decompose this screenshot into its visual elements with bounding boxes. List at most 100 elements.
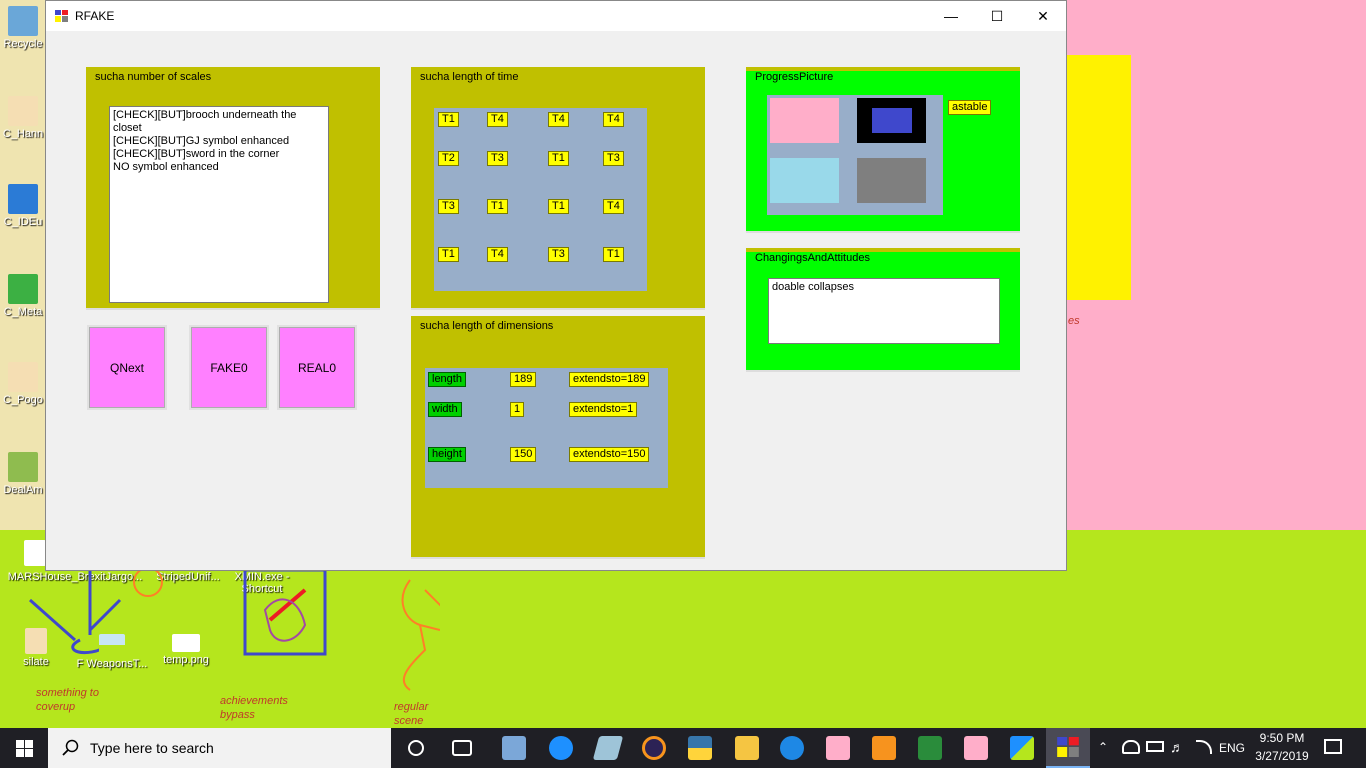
time-group-label: sucha length of time xyxy=(419,71,520,83)
time-cell: T4 xyxy=(603,199,624,214)
time-cell: T1 xyxy=(548,199,569,214)
dimension-value: 1 xyxy=(510,402,525,417)
time-cell: T4 xyxy=(487,247,508,262)
desktop-icon-c-pogo[interactable]: C_Pogo xyxy=(0,362,46,406)
taskbar-search[interactable]: Type here to search xyxy=(48,728,391,768)
time-cell: T2 xyxy=(438,151,459,166)
black-swatch xyxy=(857,98,926,143)
group-divider xyxy=(86,308,380,310)
pink-swatch xyxy=(770,98,839,143)
start-button[interactable] xyxy=(0,728,48,768)
folder-icon xyxy=(8,452,38,482)
cortana-button[interactable] xyxy=(404,737,428,759)
sketch-app-icon[interactable] xyxy=(592,736,624,760)
desktop-icon-weapons[interactable]: F WeaponsT... xyxy=(74,634,150,670)
clock-date: 3/27/2019 xyxy=(1255,749,1309,763)
minimize-button[interactable]: — xyxy=(928,1,974,31)
time-cell: T1 xyxy=(438,247,459,262)
edge-icon[interactable] xyxy=(549,736,573,760)
note-es: es xyxy=(1068,315,1080,327)
folder-icon xyxy=(8,362,38,392)
battery-icon[interactable] xyxy=(1146,741,1164,752)
gray-swatch xyxy=(857,158,926,203)
recycle-bin-icon xyxy=(8,6,38,36)
scales-group: sucha number of scales [CHECK][BUT]brooc… xyxy=(86,67,380,310)
app-icon[interactable] xyxy=(872,736,896,760)
list-item[interactable]: NO symbol enhanced xyxy=(113,161,325,174)
chevron-up-icon[interactable]: ⌃ xyxy=(1098,740,1108,754)
maximize-button[interactable]: ☐ xyxy=(974,1,1020,31)
changes-group-label: ChangingsAndAttitudes xyxy=(754,252,871,264)
desktop-icon-strip xyxy=(0,0,46,530)
notifications-icon[interactable] xyxy=(1324,739,1342,754)
changes-group: ChangingsAndAttitudes doable collapses xyxy=(746,248,1020,372)
python-icon[interactable] xyxy=(688,736,712,760)
time-cell: T3 xyxy=(548,247,569,262)
time-cell: T1 xyxy=(487,199,508,214)
task-view-icon[interactable] xyxy=(452,740,472,756)
desktop-icon-temp-png[interactable]: temp.png xyxy=(152,634,220,666)
search-placeholder: Type here to search xyxy=(90,740,214,756)
close-button[interactable]: ✕ xyxy=(1020,1,1066,31)
clock[interactable]: 9:50 PM 3/27/2019 xyxy=(1252,731,1312,763)
scales-listbox[interactable]: [CHECK][BUT]brooch underneath the closet… xyxy=(109,106,329,303)
wifi-icon[interactable] xyxy=(1196,740,1212,754)
store-app-icon[interactable] xyxy=(502,736,526,760)
astable-badge: astable xyxy=(948,100,992,115)
volume-icon[interactable]: ♬ xyxy=(1170,739,1184,755)
windows-logo-icon xyxy=(15,739,33,757)
eclipse-icon[interactable] xyxy=(642,736,666,760)
rfake-taskbar-button[interactable] xyxy=(1046,728,1090,768)
list-item[interactable]: [CHECK][BUT]sword in the corner xyxy=(113,148,325,161)
dimensions-group: sucha length of dimensions length 189 ex… xyxy=(411,316,705,559)
search-app-icon[interactable] xyxy=(780,736,804,760)
time-cell: T1 xyxy=(603,247,624,262)
time-group: sucha length of time T1 T4 T4 T4 T2 T3 T… xyxy=(411,67,705,310)
desktop-icon-dealam[interactable]: DealAm xyxy=(0,452,46,496)
group-divider xyxy=(411,557,705,559)
desktop-icon-c-hann[interactable]: C_Hann xyxy=(0,96,46,140)
desktop-icon-recycle[interactable]: Recycle xyxy=(0,6,46,50)
fake-button[interactable]: FAKE0 xyxy=(189,325,269,410)
desktop-icon-c-ideu[interactable]: C_IDEu xyxy=(0,184,46,228)
list-item[interactable]: [CHECK][BUT]GJ symbol enhanced xyxy=(113,135,325,148)
dimensions-group-label: sucha length of dimensions xyxy=(419,320,555,332)
folder-icon xyxy=(8,96,38,126)
title-bar[interactable]: RFAKE — ☐ ✕ xyxy=(46,1,1066,31)
time-cell: T3 xyxy=(438,199,459,214)
time-cell: T3 xyxy=(603,151,624,166)
blue-inner-swatch xyxy=(872,108,912,133)
dimension-name: width xyxy=(428,402,462,417)
dimension-value: 150 xyxy=(510,447,537,462)
dimensions-panel: length 189 extendsto=189 width 1 extends… xyxy=(425,368,668,488)
note-coverup: something to coverup xyxy=(36,687,99,713)
app-icon xyxy=(8,274,38,304)
file-icon xyxy=(24,540,46,566)
app-icon[interactable] xyxy=(1010,736,1034,760)
file-explorer-icon[interactable] xyxy=(735,736,759,760)
group-divider xyxy=(411,308,705,310)
group-divider xyxy=(746,231,1020,233)
paint-app-icon[interactable] xyxy=(964,736,988,760)
dimension-extend: extendsto=1 xyxy=(569,402,638,417)
taskbar: Type here to search ⌃ ♬ ENG 9:50 PM 3/27… xyxy=(0,728,1366,768)
network-icon[interactable] xyxy=(1122,740,1140,754)
cortana-icon xyxy=(408,740,424,756)
group-divider xyxy=(746,370,1020,372)
scales-group-label: sucha number of scales xyxy=(94,71,213,83)
progress-group: ProgressPicture astable xyxy=(746,67,1020,233)
app-icon xyxy=(8,184,38,214)
time-cell: T1 xyxy=(548,151,569,166)
dimension-extend: extendsto=189 xyxy=(569,372,650,387)
dimension-extend: extendsto=150 xyxy=(569,447,650,462)
qnext-button[interactable]: QNext xyxy=(87,325,167,410)
changes-textbox[interactable]: doable collapses xyxy=(768,278,1000,344)
desktop-icon-c-meta[interactable]: C_Meta xyxy=(0,274,46,318)
paint-app-icon[interactable] xyxy=(826,736,850,760)
file-icon xyxy=(25,628,47,654)
real-button[interactable]: REAL0 xyxy=(277,325,357,410)
desktop-icon-silate[interactable]: silate xyxy=(14,628,58,668)
language-indicator[interactable]: ENG xyxy=(1219,741,1245,755)
list-item[interactable]: [CHECK][BUT]brooch underneath the closet xyxy=(113,109,325,135)
app-icon[interactable] xyxy=(918,736,942,760)
